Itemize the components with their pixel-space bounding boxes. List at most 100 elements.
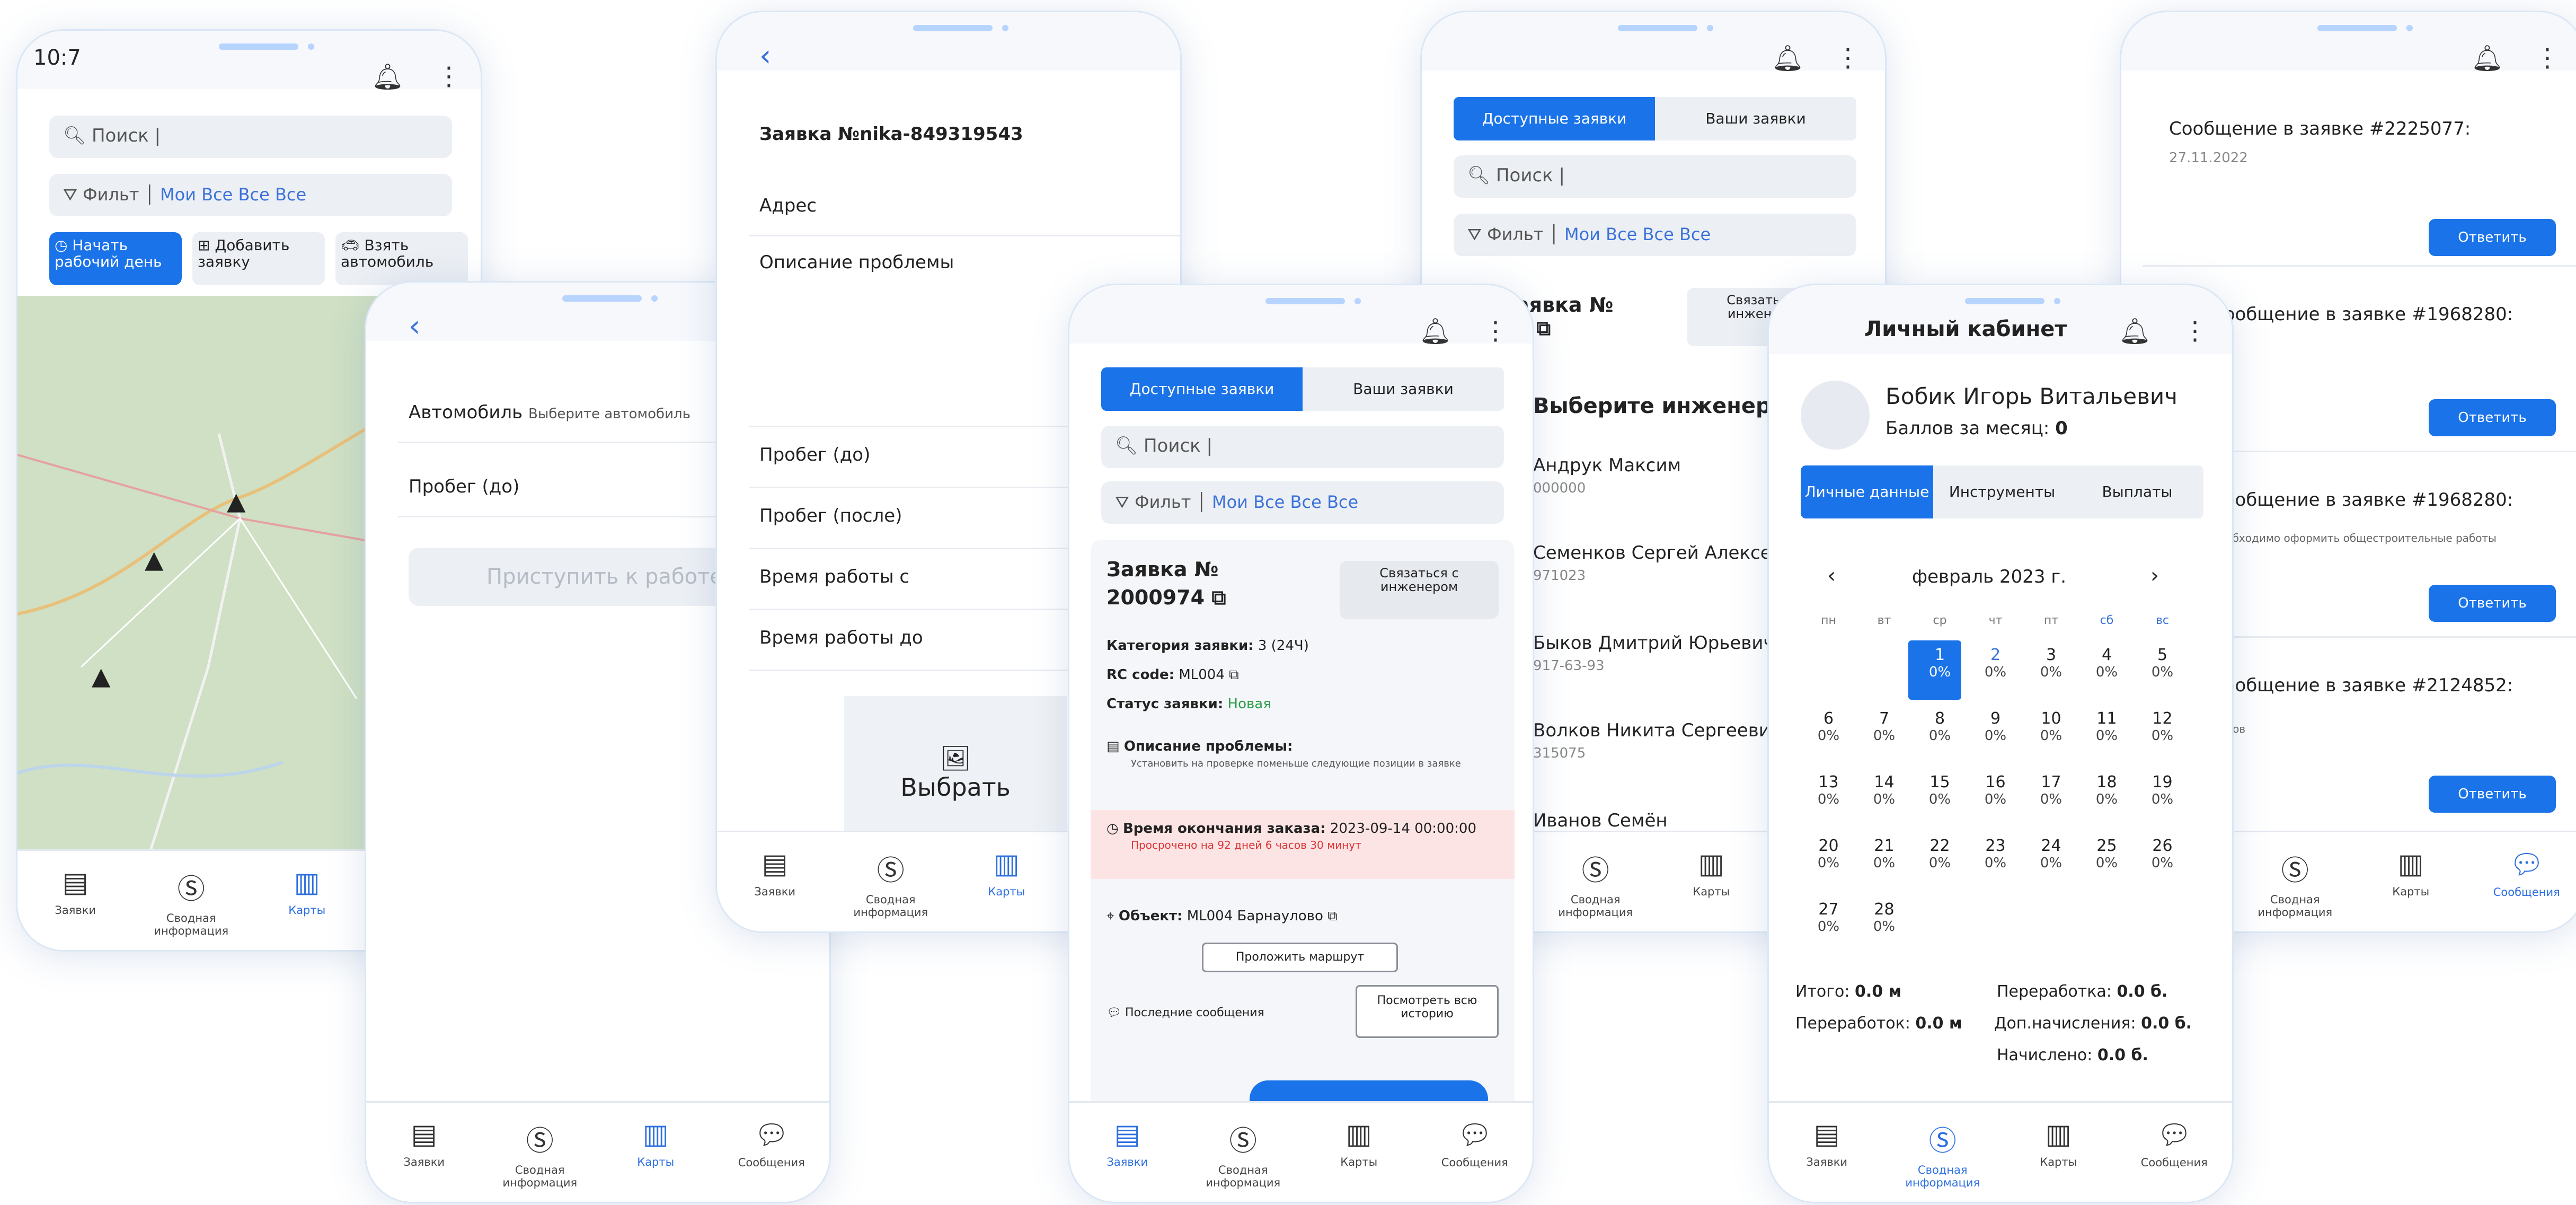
filter-bar[interactable]: ⛛ Фильт │ Мои Все Все Все xyxy=(1101,481,1504,524)
nav-orders[interactable]: ▤ Заявки xyxy=(717,848,833,898)
calendar-day[interactable]: 19 0% xyxy=(2135,773,2190,807)
nav-maps[interactable]: ▥ Карты xyxy=(2353,848,2469,898)
calendar-day[interactable]: 11 0% xyxy=(2079,709,2135,744)
add-order-button[interactable]: ⊞ Добавить заявку xyxy=(192,232,325,285)
map-pin-icon[interactable]: ▲ xyxy=(145,545,163,574)
filter-mine[interactable]: Мои xyxy=(1564,224,1600,244)
nav-summary[interactable]: Ⓢ Сводная информация xyxy=(1885,1119,2001,1189)
nav-maps[interactable]: ▥ Карты xyxy=(598,1119,714,1168)
back-icon[interactable]: ‹ xyxy=(409,309,420,344)
nav-summary[interactable]: Ⓢ Сводная информация xyxy=(134,867,250,937)
nav-orders[interactable]: ▤ Заявки xyxy=(17,867,134,917)
nav-summary[interactable]: Ⓢ Сводная информация xyxy=(2237,848,2353,919)
calendar-day[interactable]: 21 0% xyxy=(1856,837,1912,871)
engineer-item[interactable]: Иванов Семён xyxy=(1533,810,1668,831)
tab-yours[interactable]: Ваши заявки xyxy=(1303,367,1504,411)
bell-icon[interactable]: 🔔︎ xyxy=(1419,316,1451,346)
nav-maps[interactable]: ▥ Карты xyxy=(1301,1119,1417,1168)
filter-all-3[interactable]: Все xyxy=(275,184,306,205)
nav-messages[interactable]: 💬︎ Сообщения xyxy=(2469,848,2576,899)
back-icon[interactable]: ‹ xyxy=(759,39,771,73)
tab-available[interactable]: Доступные заявки xyxy=(1101,367,1303,411)
contact-engineer-button[interactable]: Связаться с инженером xyxy=(1340,561,1499,619)
filter-all-1[interactable]: Все xyxy=(1253,492,1285,512)
start-workday-button[interactable]: ◷ Начать рабочий день xyxy=(49,232,182,285)
nav-maps[interactable]: ▥ Карты xyxy=(2000,1119,2117,1168)
bell-icon[interactable]: 🔔︎ xyxy=(371,61,404,92)
search-input[interactable]: 🔍︎ Поиск | xyxy=(1101,426,1504,468)
filter-all-3[interactable]: Все xyxy=(1679,224,1711,244)
calendar-day[interactable]: 1 0% xyxy=(1912,646,1968,680)
map-pin-icon[interactable]: ▲ xyxy=(227,487,245,515)
reply-button[interactable]: Ответить xyxy=(2429,585,2556,622)
problem-field[interactable]: Описание проблемы xyxy=(759,252,954,273)
search-input[interactable]: 🔍︎ Поиск | xyxy=(49,116,452,158)
filter-bar[interactable]: ⛛ Фильт │ Мои Все Все Все xyxy=(1454,214,1856,256)
car-field[interactable]: Автомобиль Выберите автомобиль xyxy=(409,402,691,423)
calendar-day[interactable]: 25 0% xyxy=(2079,837,2135,871)
calendar-day[interactable]: 13 0% xyxy=(1801,773,1856,807)
filter-all-2[interactable]: Все xyxy=(1643,224,1674,244)
calendar-day[interactable]: 28 0% xyxy=(1856,900,1912,935)
filter-mine[interactable]: Мои xyxy=(1212,492,1248,512)
reply-button[interactable]: Ответить xyxy=(2429,219,2556,256)
more-icon[interactable]: ⋮ xyxy=(436,61,462,91)
nav-maps[interactable]: ▥ Карты xyxy=(949,848,1065,898)
nav-summary[interactable]: Ⓢ Сводная информация xyxy=(1185,1119,1302,1189)
calendar-day[interactable]: 3 0% xyxy=(2023,646,2079,680)
calendar-day[interactable]: 5 0% xyxy=(2135,646,2190,680)
take-car-button[interactable]: 🚗︎ Взять автомобиль xyxy=(335,232,468,285)
mileage-before-field[interactable]: Пробег (до) xyxy=(759,444,870,465)
bell-icon[interactable]: 🔔︎ xyxy=(1772,43,1804,73)
engineer-item[interactable]: Быков Дмитрий Юрьевич 917-63-93 xyxy=(1533,632,1774,675)
calendar-day[interactable]: 8 0% xyxy=(1912,709,1968,744)
copy-icon[interactable]: ⧉ xyxy=(1536,316,1551,340)
calendar-day[interactable]: 7 0% xyxy=(1856,709,1912,744)
copy-icon[interactable]: ⧉ xyxy=(1229,667,1239,683)
more-icon[interactable]: ⋮ xyxy=(1835,43,1861,73)
work-to-field[interactable]: Время работы до xyxy=(759,627,923,648)
route-button[interactable]: Проложить маршрут xyxy=(1202,943,1398,972)
nav-maps[interactable]: ▥ Карты xyxy=(249,867,365,917)
calendar-day[interactable]: 4 0% xyxy=(2079,646,2135,680)
search-input[interactable]: 🔍︎ Поиск | xyxy=(1454,155,1856,198)
map-pin-icon[interactable]: ▲ xyxy=(92,662,110,690)
nav-summary[interactable]: Ⓢ Сводная информация xyxy=(1538,848,1654,919)
calendar-day[interactable]: 15 0% xyxy=(1912,773,1968,807)
nav-messages[interactable]: 💬︎ Сообщения xyxy=(2117,1119,2233,1169)
nav-messages[interactable]: 💬︎ Сообщения xyxy=(714,1119,830,1169)
filter-all-2[interactable]: Все xyxy=(1290,492,1322,512)
copy-icon[interactable]: ⧉ xyxy=(1327,908,1338,924)
nav-orders[interactable]: ▤ Заявки xyxy=(1069,1119,1185,1168)
mileage-after-field[interactable]: Пробег (после) xyxy=(759,505,902,526)
filter-all-3[interactable]: Все xyxy=(1327,492,1358,512)
filter-all-1[interactable]: Все xyxy=(201,184,233,205)
filter-bar[interactable]: ⛛ Фильт │ Мои Все Все Все xyxy=(49,174,452,216)
address-field[interactable]: Адрес xyxy=(759,195,817,216)
bell-icon[interactable]: 🔔︎ xyxy=(2471,43,2503,73)
nav-summary[interactable]: Ⓢ Сводная информация xyxy=(482,1119,598,1189)
calendar-day[interactable]: 2 0% xyxy=(1968,646,2023,680)
calendar-day[interactable]: 6 0% xyxy=(1801,709,1856,744)
reply-button[interactable]: Ответить xyxy=(2429,776,2556,813)
more-icon[interactable]: ⋮ xyxy=(1483,316,1508,346)
nav-messages[interactable]: 💬︎ Сообщения xyxy=(1417,1119,1533,1169)
reply-button[interactable]: Ответить xyxy=(2429,399,2556,436)
filter-mine[interactable]: Мои xyxy=(160,184,196,205)
tab-available[interactable]: Доступные заявки xyxy=(1454,97,1655,140)
engineer-item[interactable]: Андрук Максим 000000 xyxy=(1533,455,1681,497)
work-from-field[interactable]: Время работы с xyxy=(759,566,909,587)
calendar-day[interactable]: 9 0% xyxy=(1968,709,2023,744)
calendar-day[interactable]: 22 0% xyxy=(1912,837,1968,871)
calendar-day[interactable]: 16 0% xyxy=(1968,773,2023,807)
mileage-field[interactable]: Пробег (до) xyxy=(409,476,519,497)
calendar-day[interactable]: 23 0% xyxy=(1968,837,2023,871)
calendar-day[interactable]: 17 0% xyxy=(2023,773,2079,807)
filter-all-1[interactable]: Все xyxy=(1606,224,1637,244)
calendar-day[interactable]: 27 0% xyxy=(1801,900,1856,935)
copy-icon[interactable]: ⧉ xyxy=(1211,586,1226,609)
calendar-day[interactable]: 18 0% xyxy=(2079,773,2135,807)
calendar-day[interactable]: 24 0% xyxy=(2023,837,2079,871)
nav-orders[interactable]: ▤ Заявки xyxy=(1769,1119,1885,1168)
filter-all-2[interactable]: Все xyxy=(238,184,270,205)
